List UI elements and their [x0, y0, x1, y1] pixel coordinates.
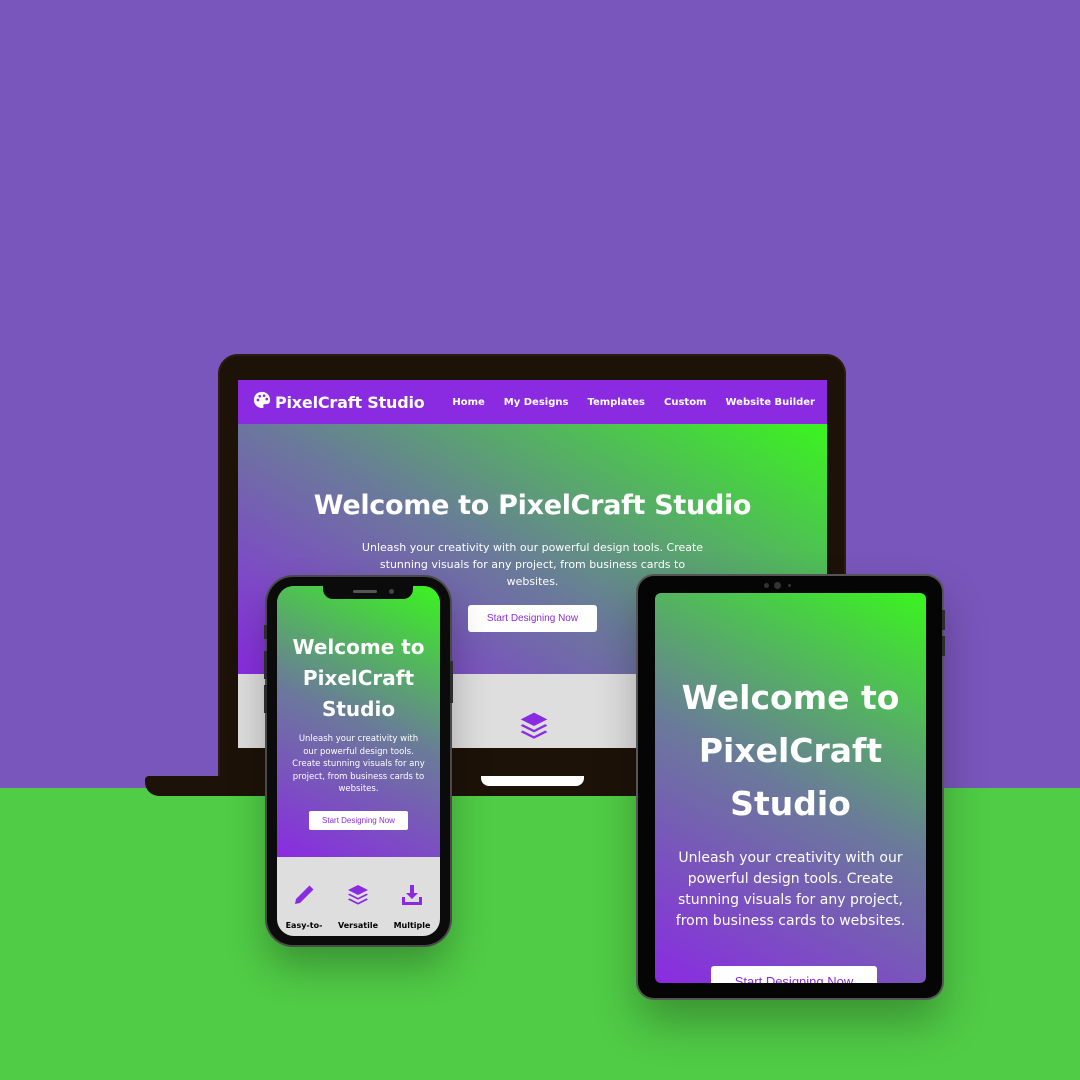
start-designing-button[interactable]: Start Designing Now	[467, 605, 598, 632]
start-designing-button[interactable]: Start Designing Now	[309, 810, 408, 830]
tablet-sensor	[788, 584, 791, 587]
start-designing-button[interactable]: Start Designing Now	[711, 966, 877, 983]
phone-power-button	[450, 661, 453, 703]
nav-link-home[interactable]: Home	[452, 397, 484, 408]
phone-hero-section: Welcome to PixelCraft Studio Unleash you…	[277, 586, 440, 857]
tablet-side-button	[942, 636, 945, 656]
hero-title: Welcome to PixelCraft Studio	[681, 678, 900, 823]
feature-item: Multiple	[385, 883, 439, 930]
layers-icon	[346, 885, 370, 911]
phone-screen: Welcome to PixelCraft Studio Unleash you…	[277, 586, 440, 936]
hero-title: Welcome to PixelCraft Studio	[292, 635, 425, 721]
feature-item: Versatile	[331, 883, 385, 930]
laptop-navbar: PixelCraft Studio Home My Designs Templa…	[238, 380, 827, 424]
tablet-camera	[774, 582, 781, 589]
tablet-sensor	[764, 583, 769, 588]
feature-label: Easy-to-	[285, 921, 323, 930]
hero-title: Welcome to PixelCraft Studio	[313, 490, 752, 521]
nav-link-templates[interactable]: Templates	[587, 397, 645, 408]
features-row: Easy-to- Versatile Multiple	[277, 883, 440, 930]
brand-name: PixelCraft Studio	[275, 392, 425, 412]
phone-frame: Welcome to PixelCraft Studio Unleash you…	[264, 577, 453, 945]
phone-side-button	[264, 625, 267, 639]
tablet-screen: Welcome to PixelCraft Studio Unleash you…	[655, 593, 926, 983]
phone-speaker	[353, 590, 377, 593]
tablet-side-button	[942, 610, 945, 630]
nav-links: Home My Designs Templates Custom Website…	[433, 397, 815, 408]
layers-icon	[518, 710, 550, 746]
nav-link-custom[interactable]: Custom	[664, 397, 706, 408]
phone-notch	[323, 586, 413, 599]
nav-link-my-designs[interactable]: My Designs	[504, 397, 569, 408]
phone-camera	[389, 589, 394, 594]
brand-logo[interactable]: PixelCraft Studio	[253, 391, 425, 413]
hero-subtitle: Unleash your creativity with our powerfu…	[675, 850, 906, 929]
feature-label: Multiple	[393, 921, 431, 930]
phone-side-button	[264, 651, 267, 679]
feature-label: Versatile	[337, 921, 379, 930]
tablet-frame: Welcome to PixelCraft Studio Unleash you…	[638, 576, 945, 998]
hero-subtitle: Unleash your creativity with our powerfu…	[292, 734, 425, 794]
pen-icon	[292, 885, 316, 911]
feature-item: Easy-to-	[277, 883, 331, 930]
palette-icon	[253, 391, 271, 413]
download-icon	[400, 885, 424, 911]
nav-link-website-builder[interactable]: Website Builder	[725, 397, 815, 408]
laptop-trackpad-notch	[481, 776, 584, 786]
phone-side-button	[264, 685, 267, 713]
